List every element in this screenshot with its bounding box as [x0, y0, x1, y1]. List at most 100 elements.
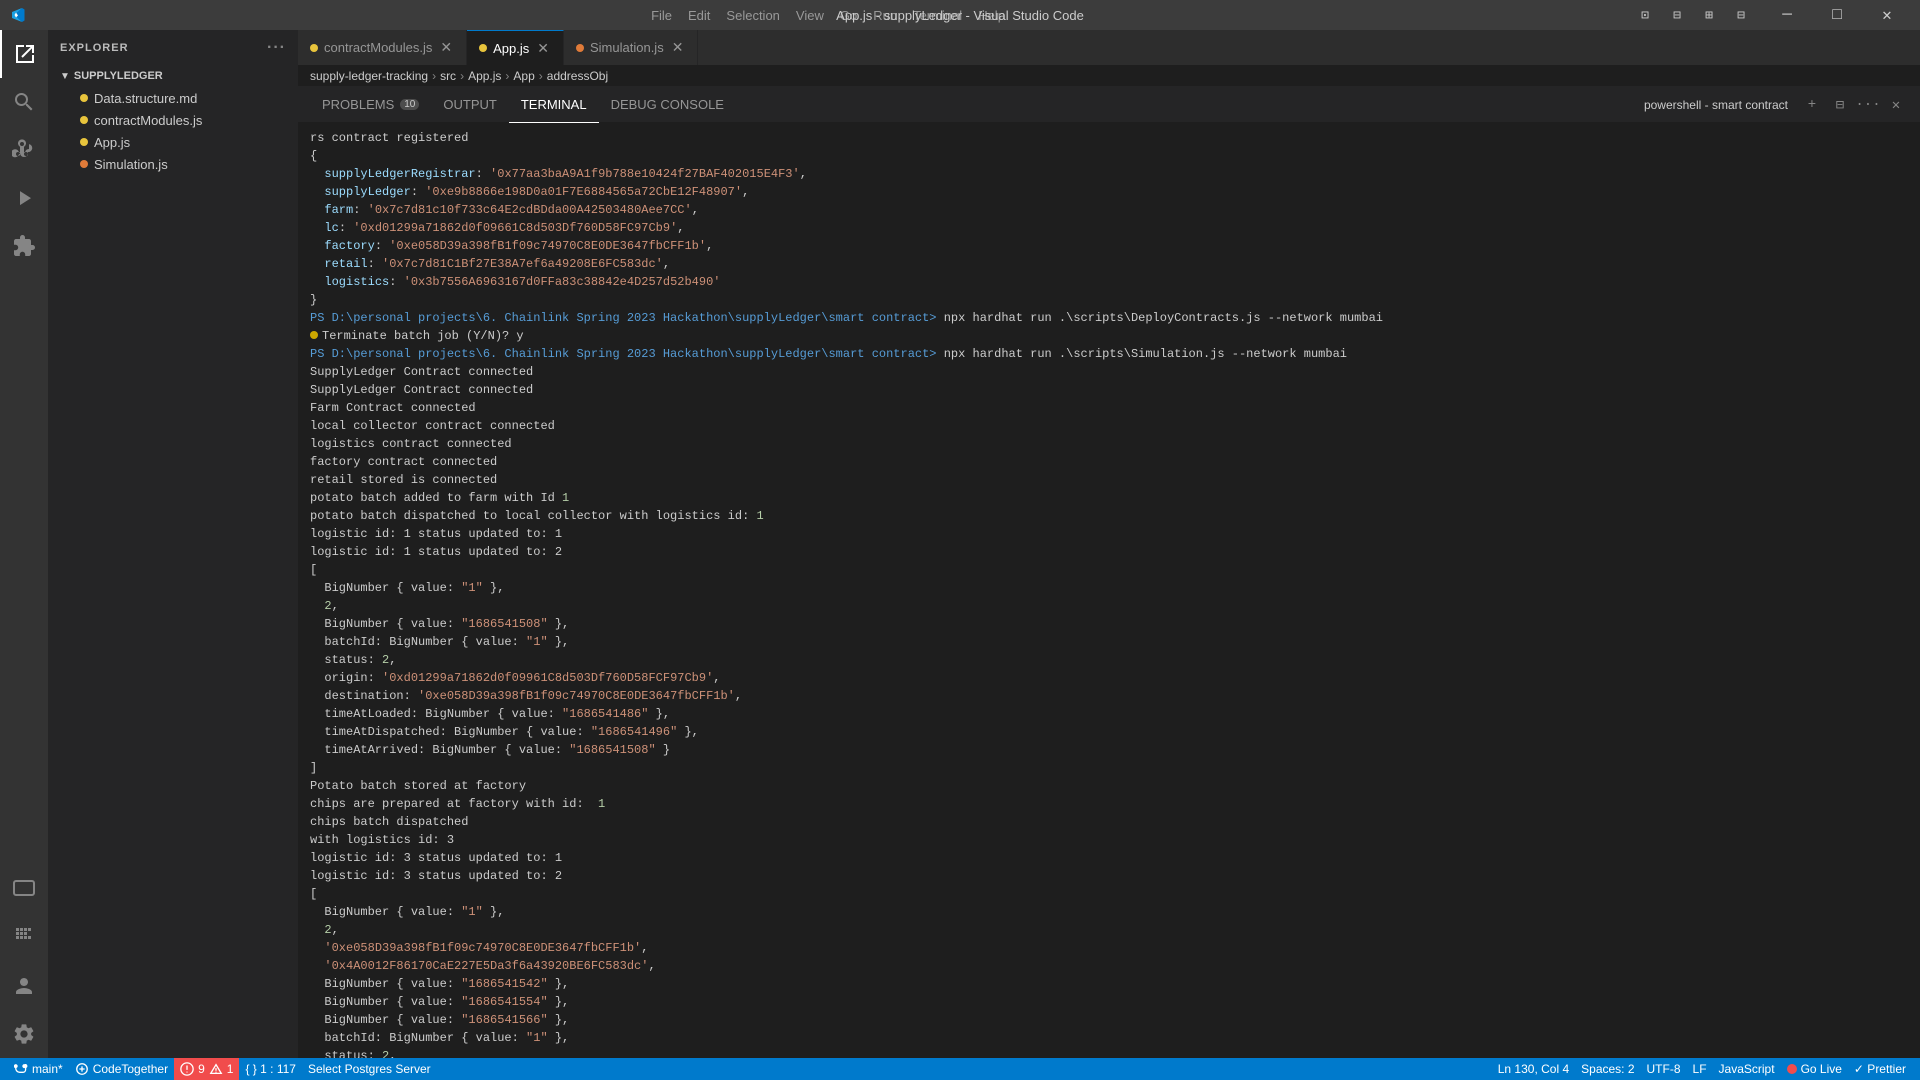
minimize-button[interactable]: ─ — [1764, 0, 1810, 30]
terminal-line: chips batch dispatched — [310, 813, 1908, 831]
tabs-bar: contractModules.js ✕ App.js ✕ Simulation… — [298, 30, 1920, 65]
tab-close-button[interactable]: ✕ — [438, 39, 454, 56]
sidebar-file-app[interactable]: App.js — [48, 131, 298, 153]
panel-tab-output[interactable]: OUTPUT — [431, 88, 508, 123]
panel-tab-debug-console[interactable]: DEBUG CONSOLE — [599, 88, 736, 123]
status-branch[interactable]: main* — [8, 1058, 69, 1080]
panel-split-button[interactable]: ⊟ — [1828, 93, 1852, 117]
line-count: { } 1 : 117 — [245, 1062, 296, 1076]
status-golive[interactable]: Go Live — [1781, 1058, 1848, 1080]
terminal-line: logistics: '0x3b7556A6963167d0FFa83c3884… — [310, 273, 1908, 291]
terminal-line: '0x4A0012F86170CaE227E5Da3f6a43920BE6FC5… — [310, 957, 1908, 975]
window-controls: ⊡ ⊟ ⊞ ⊟ ─ □ ✕ — [1630, 0, 1910, 30]
sidebar-file-label: App.js — [94, 135, 130, 150]
breadcrumb-part[interactable]: App — [513, 69, 534, 83]
menu-file[interactable]: File — [643, 0, 680, 30]
tab-label: App.js — [493, 41, 529, 56]
panel-tabs: PROBLEMS 10 OUTPUT TERMINAL DEBUG CONSOL… — [298, 88, 1920, 123]
sidebar-menu-button[interactable]: ··· — [267, 39, 286, 57]
terminal-line: chips are prepared at factory with id: 1 — [310, 795, 1908, 813]
activity-accounts[interactable] — [0, 962, 48, 1010]
layout-btn-2[interactable]: ⊟ — [1662, 0, 1692, 30]
breadcrumb: supply-ledger-tracking › src › App.js › … — [298, 65, 1920, 87]
panel-actions: powershell - smart contract + ⊟ ··· ✕ — [1644, 93, 1908, 117]
layout-btn-1[interactable]: ⊡ — [1630, 0, 1660, 30]
file-modified-dot — [80, 138, 88, 146]
status-codetogether[interactable]: CodeTogether — [69, 1058, 174, 1080]
terminal-line: timeAtLoaded: BigNumber { value: "168654… — [310, 705, 1908, 723]
menu-view[interactable]: View — [788, 0, 832, 30]
sidebar-section-header[interactable]: ▼ SUPPLYLEDGER — [48, 65, 298, 87]
terminal-content[interactable]: rs contract registered { supplyLedgerReg… — [298, 123, 1920, 1058]
status-lines[interactable]: { } 1 : 117 — [239, 1058, 302, 1080]
layout-btn-4[interactable]: ⊟ — [1726, 0, 1756, 30]
breadcrumb-part[interactable]: src — [440, 69, 456, 83]
terminal-line: logistic id: 1 status updated to: 1 — [310, 525, 1908, 543]
tab-contractmodules[interactable]: contractModules.js ✕ — [298, 30, 467, 65]
status-bar: main* CodeTogether 9 1 { } 1 : 117 Selec… — [0, 1058, 1920, 1080]
error-count: 9 — [198, 1062, 205, 1076]
warning-count: 1 — [227, 1062, 234, 1076]
spaces-label: Spaces: 2 — [1581, 1062, 1634, 1076]
activity-settings[interactable] — [0, 1010, 48, 1058]
tab-app[interactable]: App.js ✕ — [467, 30, 564, 65]
window-title: App.js - supplyLedger - Visual Studio Co… — [836, 8, 1084, 23]
terminal-line: lc: '0xd01299a71862d0f09661C8d503Df760D5… — [310, 219, 1908, 237]
status-encoding[interactable]: UTF-8 — [1641, 1058, 1687, 1080]
maximize-button[interactable]: □ — [1814, 0, 1860, 30]
activity-git[interactable] — [0, 126, 48, 174]
breadcrumb-part[interactable]: addressObj — [547, 69, 608, 83]
menu-edit[interactable]: Edit — [680, 0, 718, 30]
chevron-down-icon: ▼ — [60, 71, 70, 82]
terminal-line: logistics contract connected — [310, 435, 1908, 453]
status-spaces[interactable]: Spaces: 2 — [1575, 1058, 1640, 1080]
terminal-line: } — [310, 291, 1908, 309]
close-button[interactable]: ✕ — [1864, 0, 1910, 30]
breadcrumb-part[interactable]: supply-ledger-tracking — [310, 69, 428, 83]
status-prettier[interactable]: ✓ Prettier — [1848, 1058, 1912, 1080]
tab-close-button[interactable]: ✕ — [535, 40, 551, 57]
panel-add-button[interactable]: + — [1800, 93, 1824, 117]
terminal-line: timeAtDispatched: BigNumber { value: "16… — [310, 723, 1908, 741]
encoding-label: UTF-8 — [1647, 1062, 1681, 1076]
sidebar-file-contractmodules[interactable]: contractModules.js — [48, 109, 298, 131]
terminal-line: status: 2, — [310, 651, 1908, 669]
activity-debug[interactable] — [0, 174, 48, 222]
layout-btn-3[interactable]: ⊞ — [1694, 0, 1724, 30]
panel-tab-label: TERMINAL — [521, 97, 587, 112]
panel-tab-problems[interactable]: PROBLEMS 10 — [310, 88, 431, 123]
sidebar-header: EXPLORER ··· — [48, 30, 298, 65]
panel-more-button[interactable]: ··· — [1856, 93, 1880, 117]
status-ln-col[interactable]: Ln 130, Col 4 — [1492, 1058, 1575, 1080]
sidebar-file-label: Data.structure.md — [94, 91, 197, 106]
sidebar-file-data[interactable]: Data.structure.md — [48, 87, 298, 109]
status-postgres[interactable]: Select Postgres Server — [302, 1058, 437, 1080]
terminal-line: farm: '0x7c7d81c10f733c64E2cdBDda00A4250… — [310, 201, 1908, 219]
status-eol[interactable]: LF — [1687, 1058, 1713, 1080]
terminal-line: supplyLedger: '0xe9b8866e198D0a01F7E6884… — [310, 183, 1908, 201]
panel-tab-terminal[interactable]: TERMINAL — [509, 88, 599, 123]
terminal-line: logistic id: 3 status updated to: 1 — [310, 849, 1908, 867]
panel-close-button[interactable]: ✕ — [1884, 93, 1908, 117]
terminal-line: SupplyLedger Contract connected — [310, 381, 1908, 399]
activity-extensions[interactable] — [0, 222, 48, 270]
language-label: JavaScript — [1719, 1062, 1775, 1076]
terminal-line: 2, — [310, 597, 1908, 615]
menu-selection[interactable]: Selection — [718, 0, 787, 30]
status-errors[interactable]: 9 1 — [174, 1058, 239, 1080]
activity-remote[interactable] — [0, 866, 48, 914]
terminal-line: Terminate batch job (Y/N)? y — [310, 327, 1908, 345]
title-bar: File Edit Selection View Go Run Terminal… — [0, 0, 1920, 30]
breadcrumb-part[interactable]: App.js — [468, 69, 501, 83]
activity-search[interactable] — [0, 78, 48, 126]
activity-docker[interactable] — [0, 914, 48, 962]
tab-close-button[interactable]: ✕ — [670, 39, 686, 56]
status-language[interactable]: JavaScript — [1713, 1058, 1781, 1080]
activity-explorer[interactable] — [0, 30, 48, 78]
terminal-line: Farm Contract connected — [310, 399, 1908, 417]
tab-simulation[interactable]: Simulation.js ✕ — [564, 30, 698, 65]
problems-badge: 10 — [400, 99, 419, 110]
ln-col-label: Ln 130, Col 4 — [1498, 1062, 1569, 1076]
sidebar-file-simulation[interactable]: Simulation.js — [48, 153, 298, 175]
terminal-line: logistic id: 1 status updated to: 2 — [310, 543, 1908, 561]
